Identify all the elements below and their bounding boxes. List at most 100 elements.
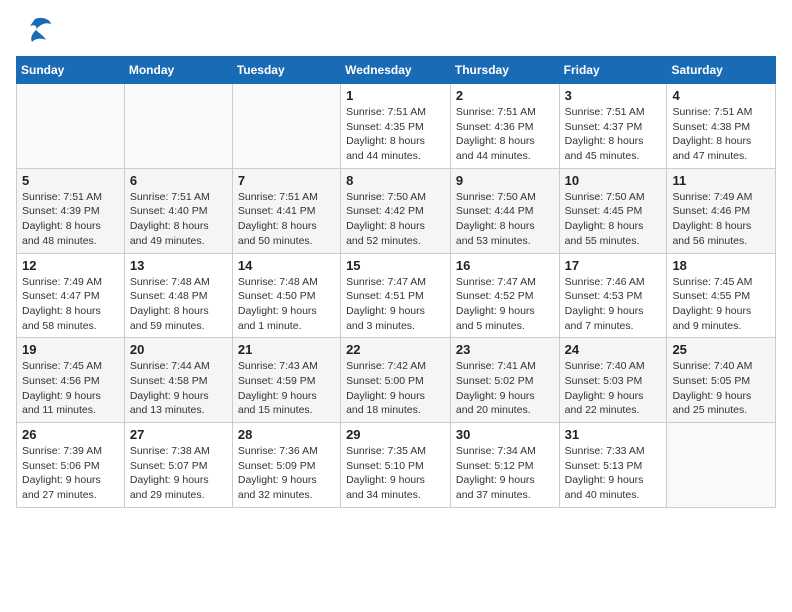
day-info: Sunrise: 7:51 AM Sunset: 4:35 PM Dayligh… — [346, 105, 445, 164]
calendar-cell: 3 Sunrise: 7:51 AM Sunset: 4:37 PM Daylig… — [559, 84, 667, 169]
calendar-table: SundayMondayTuesdayWednesdayThursdayFrid… — [16, 56, 776, 508]
day-info: Sunrise: 7:45 AM Sunset: 4:56 PM Dayligh… — [22, 359, 119, 418]
day-number: 16 — [456, 258, 554, 273]
column-header-tuesday: Tuesday — [232, 57, 340, 84]
day-info: Sunrise: 7:49 AM Sunset: 4:46 PM Dayligh… — [672, 190, 770, 249]
calendar-cell: 27 Sunrise: 7:38 AM Sunset: 5:07 PM Dayli… — [124, 423, 232, 508]
calendar-cell: 28 Sunrise: 7:36 AM Sunset: 5:09 PM Dayli… — [232, 423, 340, 508]
day-info: Sunrise: 7:51 AM Sunset: 4:36 PM Dayligh… — [456, 105, 554, 164]
calendar-cell: 17 Sunrise: 7:46 AM Sunset: 4:53 PM Dayli… — [559, 253, 667, 338]
day-number: 31 — [565, 427, 662, 442]
calendar-cell — [124, 84, 232, 169]
day-info: Sunrise: 7:39 AM Sunset: 5:06 PM Dayligh… — [22, 444, 119, 503]
day-info: Sunrise: 7:45 AM Sunset: 4:55 PM Dayligh… — [672, 275, 770, 334]
calendar-cell: 9Sunrise: 7:50 AM Sunset: 4:44 PM Daylig… — [450, 168, 559, 253]
day-info: Sunrise: 7:35 AM Sunset: 5:10 PM Dayligh… — [346, 444, 445, 503]
calendar-week-2: 5Sunrise: 7:51 AM Sunset: 4:39 PM Daylig… — [17, 168, 776, 253]
calendar-week-3: 12 Sunrise: 7:49 AM Sunset: 4:47 PM Dayli… — [17, 253, 776, 338]
day-number: 11 — [672, 173, 770, 188]
calendar-cell: 23Sunrise: 7:41 AM Sunset: 5:02 PM Dayli… — [450, 338, 559, 423]
calendar-cell: 21 Sunrise: 7:43 AM Sunset: 4:59 PM Dayli… — [232, 338, 340, 423]
day-info: Sunrise: 7:43 AM Sunset: 4:59 PM Dayligh… — [238, 359, 335, 418]
calendar-cell: 14Sunrise: 7:48 AM Sunset: 4:50 PM Dayli… — [232, 253, 340, 338]
day-info: Sunrise: 7:47 AM Sunset: 4:52 PM Dayligh… — [456, 275, 554, 334]
calendar-cell: 29 Sunrise: 7:35 AM Sunset: 5:10 PM Dayli… — [341, 423, 451, 508]
day-info: Sunrise: 7:40 AM Sunset: 5:03 PM Dayligh… — [565, 359, 662, 418]
day-info: Sunrise: 7:33 AM Sunset: 5:13 PM Dayligh… — [565, 444, 662, 503]
day-number: 25 — [672, 342, 770, 357]
calendar-cell: 4 Sunrise: 7:51 AM Sunset: 4:38 PM Daylig… — [667, 84, 776, 169]
day-info: Sunrise: 7:40 AM Sunset: 5:05 PM Dayligh… — [672, 359, 770, 418]
day-info: Sunrise: 7:51 AM Sunset: 4:39 PM Dayligh… — [22, 190, 119, 249]
day-number: 30 — [456, 427, 554, 442]
day-info: Sunrise: 7:42 AM Sunset: 5:00 PM Dayligh… — [346, 359, 445, 418]
calendar-week-1: 1 Sunrise: 7:51 AM Sunset: 4:35 PM Daylig… — [17, 84, 776, 169]
day-number: 3 — [565, 88, 662, 103]
calendar-cell: 2Sunrise: 7:51 AM Sunset: 4:36 PM Daylig… — [450, 84, 559, 169]
day-info: Sunrise: 7:38 AM Sunset: 5:07 PM Dayligh… — [130, 444, 227, 503]
day-number: 7 — [238, 173, 335, 188]
day-info: Sunrise: 7:50 AM Sunset: 4:45 PM Dayligh… — [565, 190, 662, 249]
day-number: 23 — [456, 342, 554, 357]
day-number: 26 — [22, 427, 119, 442]
day-number: 6 — [130, 173, 227, 188]
day-number: 8 — [346, 173, 445, 188]
calendar-cell: 20 Sunrise: 7:44 AM Sunset: 4:58 PM Dayli… — [124, 338, 232, 423]
calendar-week-4: 19Sunrise: 7:45 AM Sunset: 4:56 PM Dayli… — [17, 338, 776, 423]
calendar-cell: 11 Sunrise: 7:49 AM Sunset: 4:46 PM Dayli… — [667, 168, 776, 253]
day-number: 14 — [238, 258, 335, 273]
day-number: 9 — [456, 173, 554, 188]
day-info: Sunrise: 7:51 AM Sunset: 4:41 PM Dayligh… — [238, 190, 335, 249]
day-info: Sunrise: 7:49 AM Sunset: 4:47 PM Dayligh… — [22, 275, 119, 334]
day-number: 10 — [565, 173, 662, 188]
calendar-cell: 31 Sunrise: 7:33 AM Sunset: 5:13 PM Dayli… — [559, 423, 667, 508]
day-number: 4 — [672, 88, 770, 103]
calendar-cell: 25 Sunrise: 7:40 AM Sunset: 5:05 PM Dayli… — [667, 338, 776, 423]
day-info: Sunrise: 7:51 AM Sunset: 4:38 PM Dayligh… — [672, 105, 770, 164]
calendar-cell: 26 Sunrise: 7:39 AM Sunset: 5:06 PM Dayli… — [17, 423, 125, 508]
calendar-cell: 6 Sunrise: 7:51 AM Sunset: 4:40 PM Daylig… — [124, 168, 232, 253]
day-info: Sunrise: 7:51 AM Sunset: 4:40 PM Dayligh… — [130, 190, 227, 249]
calendar-cell: 15Sunrise: 7:47 AM Sunset: 4:51 PM Dayli… — [341, 253, 451, 338]
day-info: Sunrise: 7:50 AM Sunset: 4:42 PM Dayligh… — [346, 190, 445, 249]
day-number: 18 — [672, 258, 770, 273]
day-info: Sunrise: 7:46 AM Sunset: 4:53 PM Dayligh… — [565, 275, 662, 334]
day-info: Sunrise: 7:51 AM Sunset: 4:37 PM Dayligh… — [565, 105, 662, 164]
calendar-cell: 7 Sunrise: 7:51 AM Sunset: 4:41 PM Daylig… — [232, 168, 340, 253]
calendar-cell: 19Sunrise: 7:45 AM Sunset: 4:56 PM Dayli… — [17, 338, 125, 423]
calendar-cell: 18 Sunrise: 7:45 AM Sunset: 4:55 PM Dayli… — [667, 253, 776, 338]
calendar-cell: 10 Sunrise: 7:50 AM Sunset: 4:45 PM Dayli… — [559, 168, 667, 253]
day-number: 17 — [565, 258, 662, 273]
day-number: 15 — [346, 258, 445, 273]
day-info: Sunrise: 7:48 AM Sunset: 4:48 PM Dayligh… — [130, 275, 227, 334]
calendar-cell — [667, 423, 776, 508]
day-info: Sunrise: 7:44 AM Sunset: 4:58 PM Dayligh… — [130, 359, 227, 418]
day-number: 13 — [130, 258, 227, 273]
calendar-cell — [232, 84, 340, 169]
column-header-saturday: Saturday — [667, 57, 776, 84]
day-number: 20 — [130, 342, 227, 357]
page-header — [16, 16, 776, 44]
calendar-cell: 22 Sunrise: 7:42 AM Sunset: 5:00 PM Dayli… — [341, 338, 451, 423]
day-info: Sunrise: 7:36 AM Sunset: 5:09 PM Dayligh… — [238, 444, 335, 503]
day-number: 28 — [238, 427, 335, 442]
day-number: 24 — [565, 342, 662, 357]
day-number: 27 — [130, 427, 227, 442]
calendar-body: 1 Sunrise: 7:51 AM Sunset: 4:35 PM Daylig… — [17, 84, 776, 508]
calendar-cell: 13 Sunrise: 7:48 AM Sunset: 4:48 PM Dayli… — [124, 253, 232, 338]
day-number: 12 — [22, 258, 119, 273]
day-number: 22 — [346, 342, 445, 357]
day-number: 29 — [346, 427, 445, 442]
day-info: Sunrise: 7:34 AM Sunset: 5:12 PM Dayligh… — [456, 444, 554, 503]
calendar-cell: 24 Sunrise: 7:40 AM Sunset: 5:03 PM Dayli… — [559, 338, 667, 423]
calendar-cell: 8 Sunrise: 7:50 AM Sunset: 4:42 PM Daylig… — [341, 168, 451, 253]
calendar-cell: 12 Sunrise: 7:49 AM Sunset: 4:47 PM Dayli… — [17, 253, 125, 338]
day-number: 1 — [346, 88, 445, 103]
calendar-cell: 16 Sunrise: 7:47 AM Sunset: 4:52 PM Dayli… — [450, 253, 559, 338]
column-header-monday: Monday — [124, 57, 232, 84]
calendar-cell: 5Sunrise: 7:51 AM Sunset: 4:39 PM Daylig… — [17, 168, 125, 253]
logo — [16, 16, 56, 44]
day-number: 21 — [238, 342, 335, 357]
column-header-sunday: Sunday — [17, 57, 125, 84]
calendar-cell: 30 Sunrise: 7:34 AM Sunset: 5:12 PM Dayli… — [450, 423, 559, 508]
